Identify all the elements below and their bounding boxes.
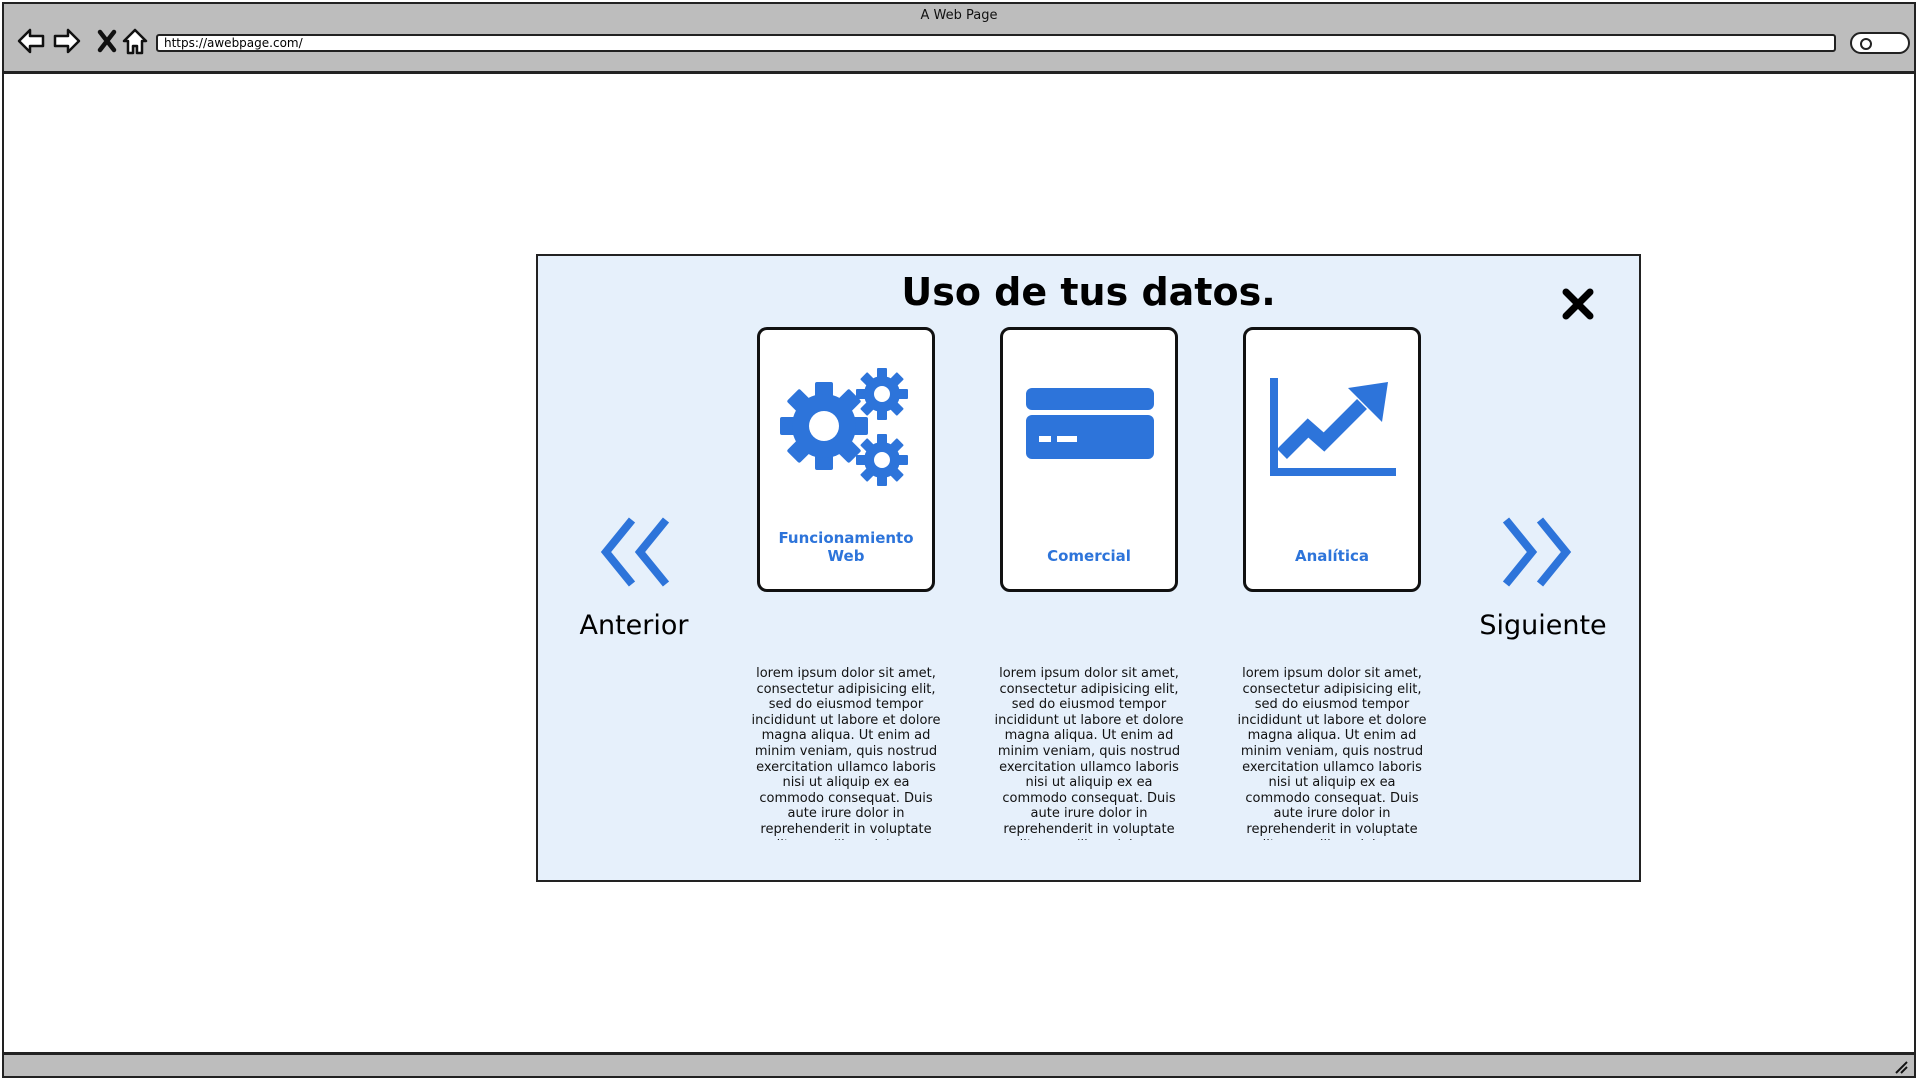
- next-label[interactable]: Siguiente: [1473, 610, 1613, 641]
- close-icon[interactable]: [1560, 286, 1596, 322]
- card-description: lorem ipsum dolor sit amet, consectetur …: [1237, 666, 1427, 840]
- back-arrow-icon[interactable]: [16, 26, 46, 56]
- card-description: lorem ipsum dolor sit amet, consectetur …: [994, 666, 1184, 840]
- browser-toolbar: A Web Page https://awebpage.com/: [4, 4, 1914, 74]
- stop-icon[interactable]: [92, 26, 122, 56]
- resize-grip-icon[interactable]: [1892, 1058, 1908, 1074]
- card-description: lorem ipsum dolor sit amet, consectetur …: [751, 666, 941, 840]
- card-funcionamiento-web[interactable]: Funcionamiento Web: [757, 327, 935, 592]
- window-title: A Web Page: [920, 8, 998, 23]
- forward-arrow-icon[interactable]: [52, 26, 82, 56]
- card-label: Comercial: [1047, 547, 1131, 565]
- status-bar: [4, 1052, 1914, 1076]
- card-comercial[interactable]: Comercial: [1000, 327, 1178, 592]
- card-analitica[interactable]: Analítica: [1243, 327, 1421, 592]
- browser-window: A Web Page https://awebpage.com/ Uso de …: [2, 2, 1916, 1078]
- previous-label[interactable]: Anterior: [564, 610, 704, 641]
- data-usage-modal: Uso de tus datos. Anterior Siguiente Fun…: [536, 254, 1641, 882]
- credit-card-icon: [1026, 388, 1154, 459]
- previous-chevrons-icon[interactable]: [598, 514, 674, 590]
- home-icon[interactable]: [120, 26, 150, 56]
- card-label: Funcionamiento Web: [778, 529, 914, 565]
- card-label: Analítica: [1294, 547, 1370, 565]
- search-icon: [1860, 38, 1872, 50]
- gears-icon: [780, 368, 908, 486]
- search-button[interactable]: [1850, 32, 1910, 54]
- next-chevrons-icon[interactable]: [1498, 514, 1574, 590]
- url-input[interactable]: https://awebpage.com/: [156, 34, 1836, 52]
- modal-title: Uso de tus datos.: [901, 270, 1276, 314]
- line-chart-icon: [1270, 378, 1396, 476]
